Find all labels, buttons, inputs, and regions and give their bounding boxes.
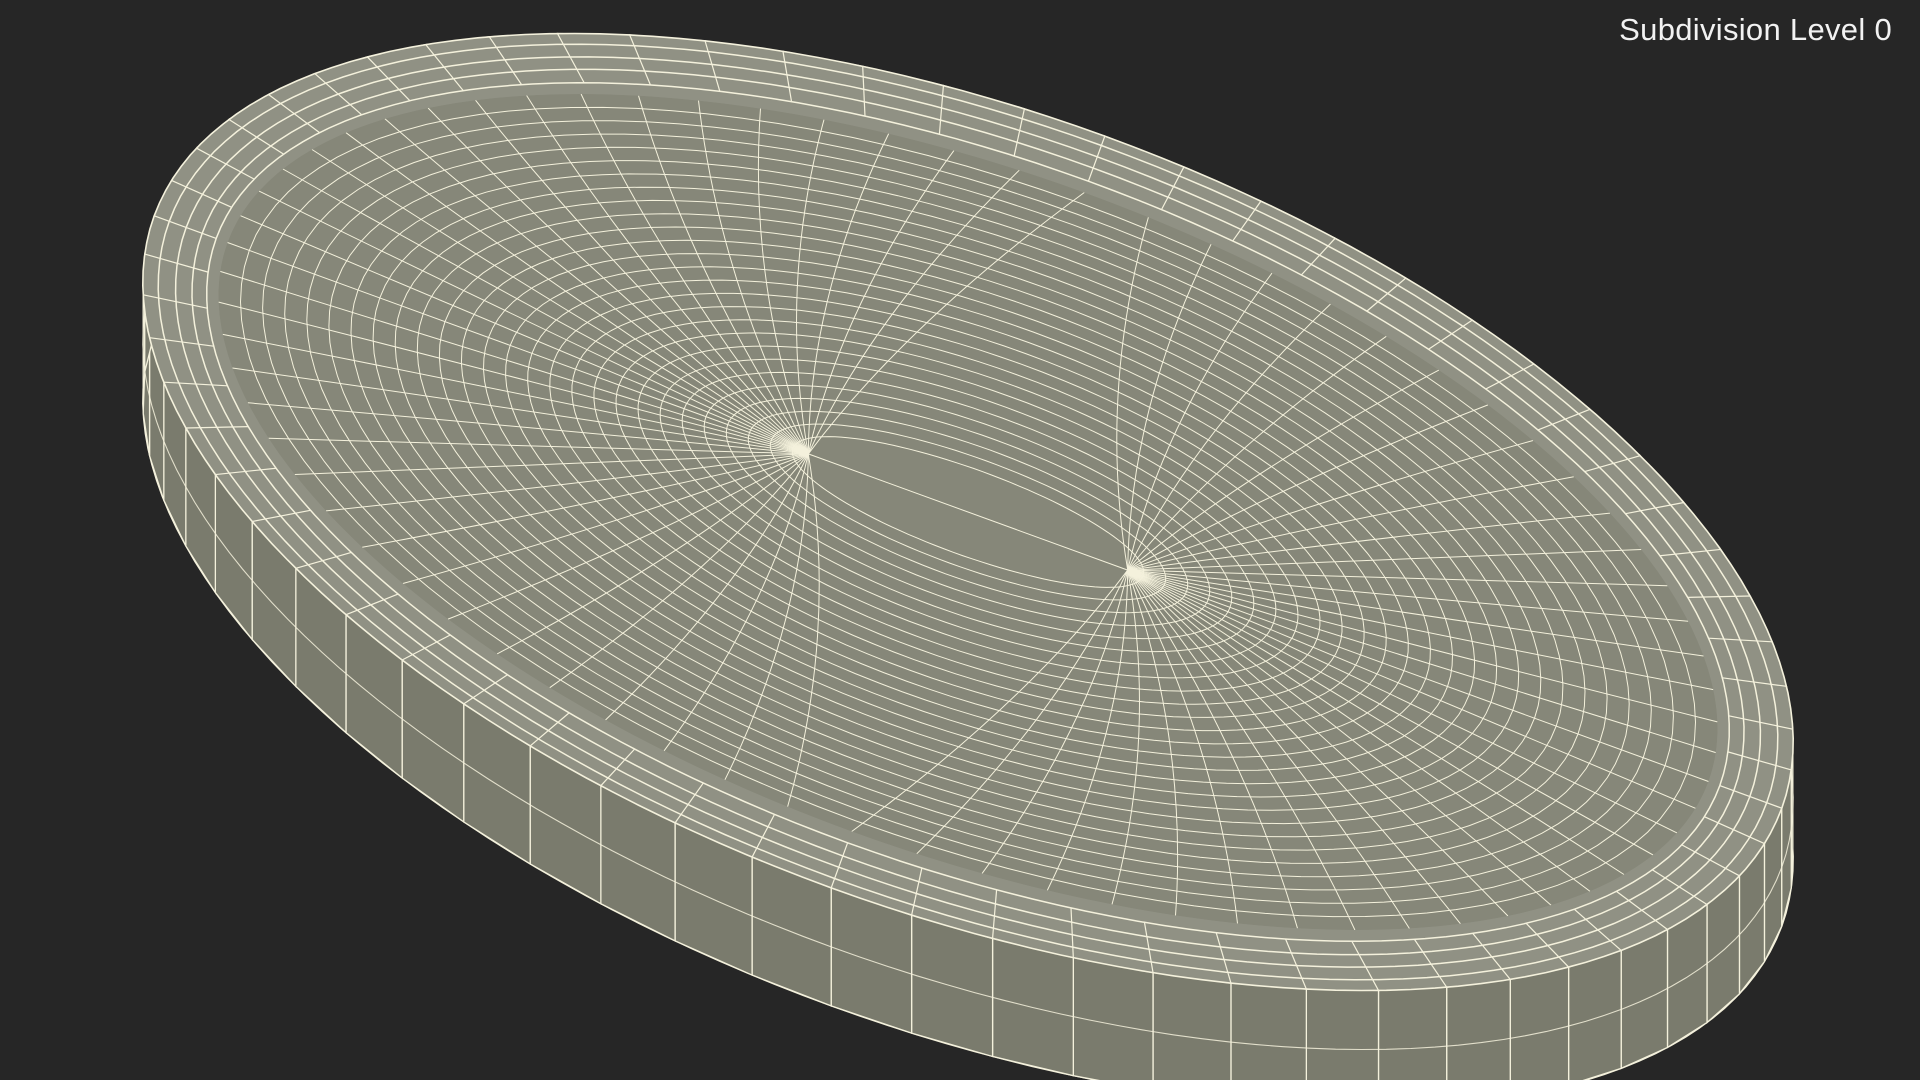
side-quad — [1377, 986, 1448, 1080]
side-quad — [1446, 978, 1511, 1080]
side-quad — [1305, 988, 1380, 1080]
side-quad — [1152, 971, 1232, 1080]
subdivision-level-label: Subdivision Level 0 — [1619, 12, 1892, 47]
wireframe-dish-model[interactable] — [0, 0, 1920, 1080]
side-quad — [1567, 949, 1622, 1080]
side-quad — [1230, 982, 1308, 1080]
3d-viewport[interactable]: Subdivision Level 0 — [0, 0, 1920, 1080]
side-quad — [1509, 966, 1570, 1080]
side-quad — [1620, 928, 1669, 1070]
